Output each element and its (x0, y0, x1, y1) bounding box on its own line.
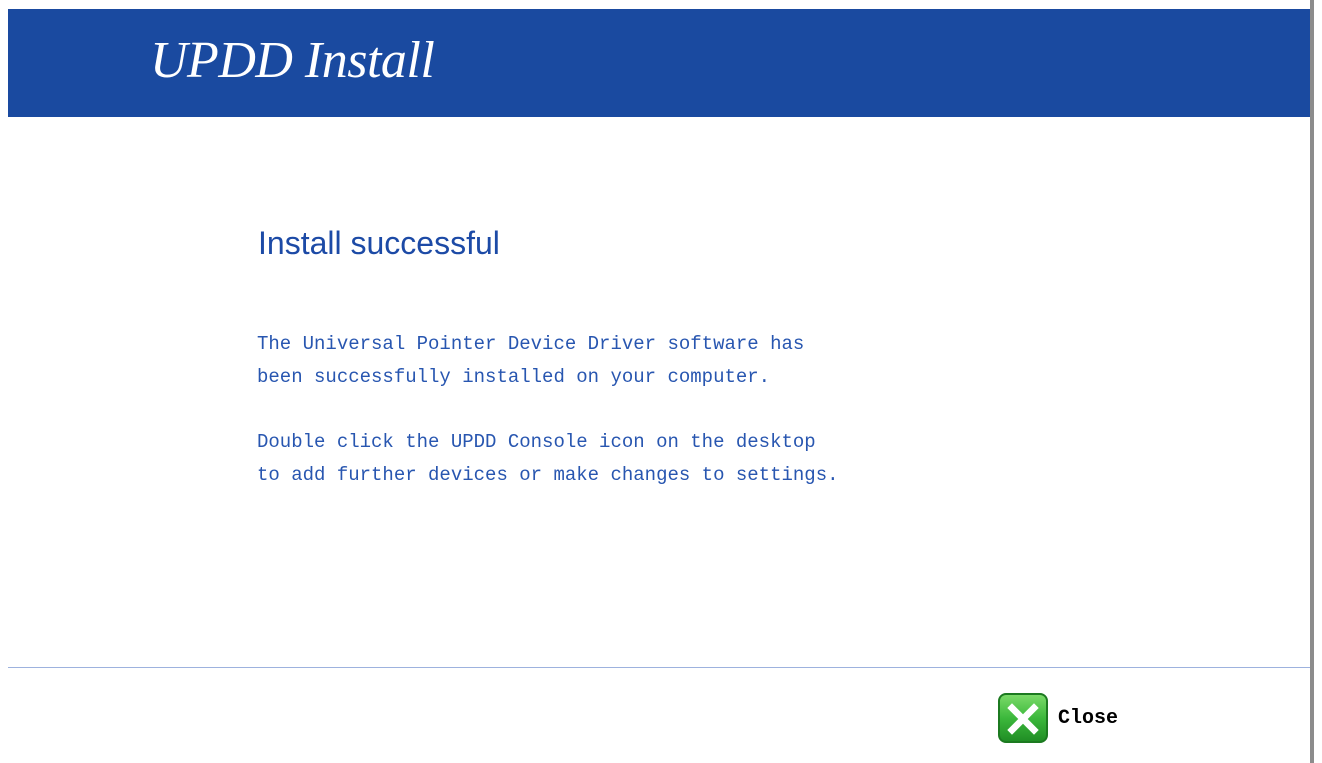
install-message: The Universal Pointer Device Driver soft… (257, 328, 804, 394)
install-message-line-1: The Universal Pointer Device Driver soft… (257, 333, 805, 355)
close-button-label: Close (1058, 706, 1119, 730)
footer-bar: Close (8, 668, 1310, 763)
window-left-edge (0, 0, 8, 763)
content-area: Install successful The Universal Pointer… (8, 117, 1310, 667)
console-instructions-line-1: Double click the UPDD Console icon on th… (257, 431, 816, 453)
window-top-edge (0, 0, 1322, 9)
status-heading: Install successful (258, 225, 500, 261)
header-banner: UPDD Install (8, 9, 1310, 117)
install-message-line-2: been successfully installed on your comp… (257, 366, 771, 388)
installer-window: UPDD Install Install successful The Univ… (0, 0, 1322, 763)
close-button[interactable]: Close (998, 692, 1118, 744)
header-title: UPDD Install (150, 32, 435, 89)
console-instructions-line-2: to add further devices or make changes t… (257, 464, 839, 486)
window-right-outer (1314, 0, 1322, 763)
close-x-icon (998, 693, 1048, 743)
console-instructions: Double click the UPDD Console icon on th… (257, 426, 839, 492)
